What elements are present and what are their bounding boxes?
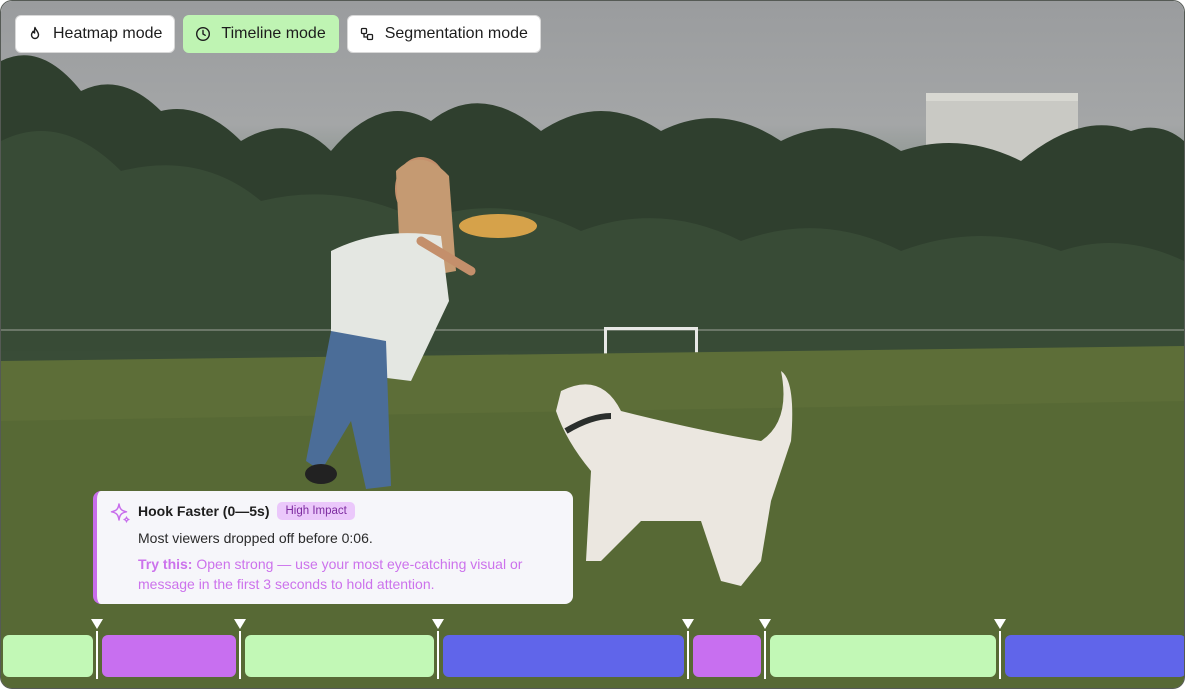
- tip-label: Try this:: [138, 556, 193, 572]
- segment-marker[interactable]: [681, 619, 695, 679]
- heatmap-mode-button[interactable]: Heatmap mode: [15, 15, 176, 53]
- timeline-mode-button[interactable]: Timeline mode: [183, 15, 339, 53]
- timeline-segment-drop[interactable]: [693, 635, 761, 677]
- insight-tip: Try this: Open strong — use your most ey…: [138, 554, 538, 594]
- heatmap-mode-label: Heatmap mode: [53, 25, 163, 42]
- timeline-segment-neutral[interactable]: [443, 635, 684, 677]
- impact-badge: High Impact: [277, 502, 355, 520]
- insight-title: Hook Faster (0—5s): [138, 503, 270, 519]
- timeline-segment-good[interactable]: [770, 635, 996, 677]
- segments-icon: [358, 25, 376, 43]
- timeline-segment-good[interactable]: [245, 635, 434, 677]
- segmentation-mode-label: Segmentation mode: [384, 25, 528, 42]
- timeline-segment-good[interactable]: [3, 635, 93, 677]
- timeline-mode-label: Timeline mode: [221, 25, 326, 42]
- clock-icon: [194, 25, 212, 43]
- segmentation-mode-button[interactable]: Segmentation mode: [346, 15, 541, 53]
- video-frame: Heatmap mode Timeline mode Segmentation …: [0, 0, 1185, 689]
- segment-marker[interactable]: [233, 619, 247, 679]
- insight-description: Most viewers dropped off before 0:06.: [138, 530, 373, 546]
- sparkle-icon: [108, 501, 132, 525]
- segment-marker[interactable]: [758, 619, 772, 679]
- flame-icon: [26, 25, 44, 43]
- insight-header: Hook Faster (0—5s) High Impact: [138, 501, 559, 521]
- segment-marker[interactable]: [90, 619, 104, 679]
- mode-toolbar: Heatmap mode Timeline mode Segmentation …: [15, 15, 541, 53]
- timeline-segment-neutral[interactable]: [1005, 635, 1184, 677]
- segment-marker[interactable]: [993, 619, 1007, 679]
- segment-marker[interactable]: [431, 619, 445, 679]
- tip-text: Open strong — use your most eye-catching…: [138, 556, 523, 592]
- retention-timeline: [1, 615, 1184, 688]
- timeline-segment-drop[interactable]: [102, 635, 236, 677]
- insight-card: Hook Faster (0—5s) High Impact Most view…: [93, 491, 573, 604]
